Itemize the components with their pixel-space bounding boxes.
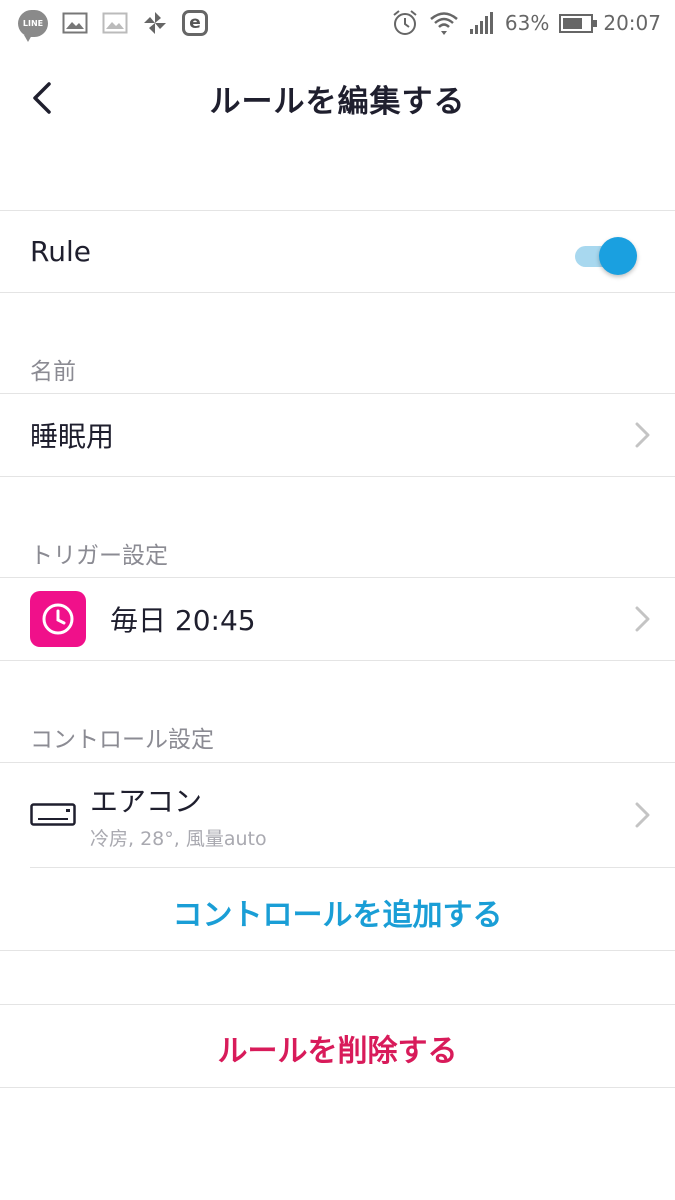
- add-control-button[interactable]: コントロールを追加する: [0, 890, 675, 934]
- control-section-label: コントロール設定: [30, 727, 214, 753]
- control-device-row[interactable]: エアコン 冷房, 28°, 風量auto: [0, 763, 675, 867]
- rule-toggle-switch[interactable]: [575, 235, 637, 275]
- divider: [0, 1004, 675, 1005]
- wifi-icon: [429, 10, 459, 36]
- e-app-icon: e: [182, 10, 208, 36]
- battery-icon: [559, 13, 598, 33]
- pinwheel-icon: [142, 10, 168, 36]
- control-device-detail: 冷房, 28°, 風量auto: [90, 827, 267, 850]
- app-header: ルールを編集する: [0, 46, 675, 150]
- name-section-label: 名前: [30, 359, 76, 385]
- divider: [0, 292, 675, 293]
- name-row[interactable]: 睡眠用: [0, 394, 675, 476]
- divider: [0, 950, 675, 951]
- gallery-icon: [62, 12, 88, 34]
- trigger-icon-badge: [30, 591, 86, 647]
- status-time: 20:07: [603, 11, 661, 35]
- trigger-row[interactable]: 毎日 20:45: [0, 578, 675, 660]
- rule-toggle-row: Rule: [0, 211, 675, 292]
- chevron-right-icon: [635, 802, 650, 828]
- divider: [30, 867, 675, 868]
- status-bar: LINE e 63% 20:07: [0, 0, 675, 46]
- clock-icon: [42, 603, 74, 635]
- control-device-text: エアコン 冷房, 28°, 風量auto: [90, 780, 267, 851]
- line-icon: LINE: [18, 9, 48, 42]
- divider: [0, 476, 675, 477]
- chevron-right-icon: [635, 422, 650, 448]
- name-value: 睡眠用: [30, 420, 115, 453]
- rule-toggle-label: Rule: [30, 235, 91, 268]
- trigger-value: 毎日 20:45: [110, 604, 256, 637]
- divider: [0, 1087, 675, 1088]
- signal-icon: [469, 11, 495, 35]
- status-bar-left: LINE e: [18, 9, 208, 42]
- gallery-icon-faded: [102, 12, 128, 34]
- delete-rule-button[interactable]: ルールを削除する: [0, 1026, 675, 1070]
- alarm-icon: [391, 9, 419, 37]
- page-title: ルールを編集する: [209, 84, 466, 120]
- chevron-right-icon: [635, 606, 650, 632]
- battery-percent: 63%: [504, 11, 550, 35]
- divider: [0, 660, 675, 661]
- air-conditioner-icon: [30, 803, 76, 826]
- trigger-section-label: トリガー設定: [30, 543, 168, 569]
- control-device-name: エアコン: [90, 784, 203, 818]
- toggle-thumb: [599, 237, 637, 275]
- status-bar-right: 63% 20:07: [391, 9, 661, 37]
